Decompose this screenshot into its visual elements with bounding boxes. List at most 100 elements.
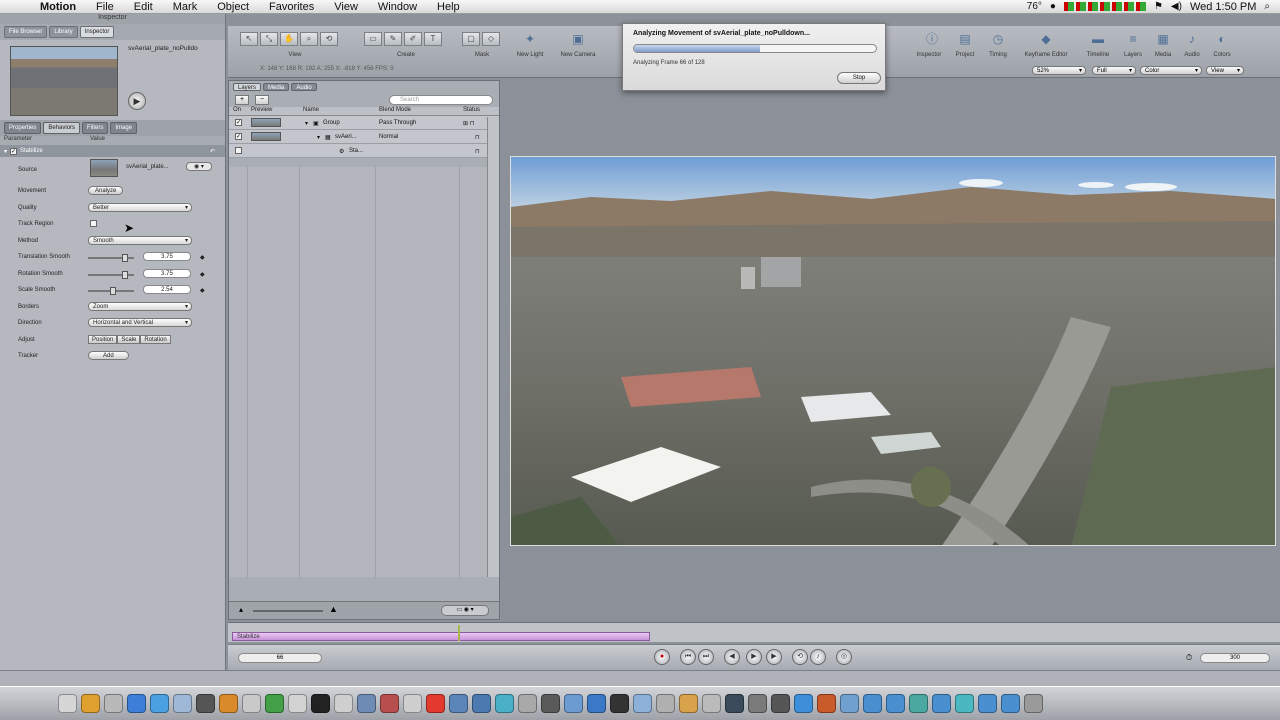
menu-window[interactable]: Window	[368, 1, 427, 13]
dock-app-icon[interactable]	[288, 694, 307, 713]
dock-app-icon[interactable]	[748, 694, 767, 713]
dock-mail-icon[interactable]	[173, 694, 192, 713]
project-toggle-label[interactable]: Project	[956, 52, 975, 58]
new-light-label[interactable]: New Light	[517, 52, 544, 58]
dock-folder-icon[interactable]	[978, 694, 997, 713]
end-frame-field[interactable]: 300	[1200, 653, 1270, 663]
media-toggle-label[interactable]: Media	[1155, 52, 1171, 58]
layers-toggle-icon[interactable]: ≡	[1125, 31, 1141, 47]
dock-app-icon[interactable]	[380, 694, 399, 713]
dock-app-icon[interactable]	[518, 694, 537, 713]
keyframe-icon[interactable]: ◆	[200, 287, 205, 294]
translation-smooth-thumb[interactable]	[121, 254, 128, 262]
dock-app-icon[interactable]	[794, 694, 813, 713]
dock-app-icon[interactable]	[679, 694, 698, 713]
resolution-popup[interactable]: Full	[1092, 66, 1136, 75]
keyframe-icon[interactable]: ◆	[200, 271, 205, 278]
sync-icon[interactable]: ●	[1050, 1, 1056, 12]
tracker-add-button[interactable]: Add	[88, 351, 129, 360]
adjust-rotation-button[interactable]: Rotation	[140, 334, 171, 344]
menu-app-motion[interactable]: Motion	[40, 1, 86, 13]
tab-file-browser[interactable]: File Browser	[4, 26, 48, 38]
dock-app-icon[interactable]	[587, 694, 606, 713]
dock-folder-icon[interactable]	[886, 694, 905, 713]
aerial-footage-frame[interactable]	[510, 156, 1276, 546]
media-toggle-icon[interactable]: ▦	[1155, 31, 1171, 47]
large-thumbnail-icon[interactable]: ▲	[329, 604, 338, 614]
mask-bezier-tool-icon[interactable]: ◇	[482, 32, 500, 46]
disclosure-triangle-icon[interactable]: ▾	[305, 120, 308, 127]
menu-help[interactable]: Help	[427, 1, 470, 13]
tab-image[interactable]: Image	[110, 122, 138, 134]
current-frame-field[interactable]: 66	[238, 653, 322, 663]
dock-app-icon[interactable]	[725, 694, 744, 713]
go-to-end-button[interactable]: ⏭	[698, 649, 714, 665]
dock-app-icon[interactable]	[265, 694, 284, 713]
behavior-group-stabilize[interactable]: ▾ ✓ Stabilize ↶	[0, 145, 225, 157]
pan-tool-icon[interactable]: ✋	[280, 32, 298, 46]
mini-timeline[interactable]: Stabilize	[228, 622, 1280, 642]
behavior-timeline-bar[interactable]: Stabilize	[232, 632, 650, 641]
channels-popup[interactable]: Color	[1140, 66, 1202, 75]
paint-tool-icon[interactable]: ✐	[404, 32, 422, 46]
adjust-position-button[interactable]: Position	[88, 334, 118, 344]
adjust-scale-button[interactable]: Scale	[117, 334, 141, 344]
zoom-popup[interactable]: 52%	[1032, 66, 1086, 75]
remove-layer-button[interactable]: −	[255, 95, 269, 105]
method-popup[interactable]: Smooth	[88, 235, 192, 245]
dock-folder-icon[interactable]	[863, 694, 882, 713]
dock-app-icon[interactable]	[702, 694, 721, 713]
keyframe-editor-icon[interactable]: ◆	[1038, 31, 1054, 47]
dock-terminal-icon[interactable]	[311, 694, 330, 713]
tab-properties[interactable]: Properties	[4, 122, 42, 134]
borders-popup[interactable]: Zoom	[88, 301, 192, 311]
translation-smooth-slider[interactable]	[88, 254, 134, 262]
dock-app-icon[interactable]	[495, 694, 514, 713]
dock-app-icon[interactable]	[403, 694, 422, 713]
dock-app-icon[interactable]	[357, 694, 376, 713]
new-camera-icon[interactable]: ▣	[570, 31, 586, 47]
direction-popup[interactable]: Horizontal and Vertical	[88, 318, 192, 327]
transform-tool-icon[interactable]: ⤡	[260, 32, 278, 46]
keyframe-icon[interactable]: ◆	[200, 254, 205, 261]
volume-icon[interactable]: ◀)	[1171, 1, 1182, 12]
audio-toggle-icon[interactable]: ♪	[1184, 31, 1200, 47]
lock-icon[interactable]: ⊓	[475, 134, 480, 141]
orbit-tool-icon[interactable]: ⟲	[320, 32, 338, 46]
record-button[interactable]: ●	[654, 649, 670, 665]
add-layer-button[interactable]: +	[235, 95, 249, 105]
dock-app-icon[interactable]	[656, 694, 675, 713]
audio-toggle-label[interactable]: Audio	[1184, 52, 1199, 58]
dock-app-icon[interactable]	[219, 694, 238, 713]
disclosure-triangle-icon[interactable]: ▾	[4, 148, 7, 155]
menu-mark[interactable]: Mark	[163, 1, 207, 13]
layer-enable-checkbox[interactable]: ✓	[235, 119, 242, 126]
audio-button[interactable]: ♪	[810, 649, 826, 665]
dock-folder-icon[interactable]	[955, 694, 974, 713]
layer-row-clip[interactable]: ✓ ▾ ▦ svAeri... Normal ⊓	[229, 130, 499, 144]
dock-app-icon[interactable]	[771, 694, 790, 713]
reset-icon[interactable]: ↶	[210, 148, 225, 155]
layer-enable-checkbox[interactable]: ✓	[235, 133, 242, 140]
dock-folder-icon[interactable]	[1001, 694, 1020, 713]
layer-name[interactable]: Group	[323, 120, 340, 126]
mask-rect-tool-icon[interactable]: ▢	[462, 32, 480, 46]
inspector-toggle-label[interactable]: Inspector	[917, 52, 942, 58]
playhead[interactable]	[458, 625, 460, 641]
dock-motion-icon[interactable]	[81, 694, 100, 713]
menu-edit[interactable]: Edit	[124, 1, 163, 13]
tab-audio[interactable]: Audio	[291, 83, 317, 91]
scale-smooth-slider[interactable]	[88, 287, 134, 295]
timing-button[interactable]: ◎	[836, 649, 852, 665]
dock-app-icon[interactable]	[242, 694, 261, 713]
scale-smooth-value[interactable]: 2.54	[143, 285, 191, 294]
preview-play-button[interactable]: ▶	[128, 92, 146, 110]
behavior-enable-checkbox[interactable]: ✓	[10, 147, 18, 155]
track-region-checkbox[interactable]	[90, 220, 97, 227]
dock-app-icon[interactable]	[610, 694, 629, 713]
tab-filters[interactable]: Filters	[82, 122, 109, 134]
timeline-toggle-label[interactable]: Timeline	[1087, 52, 1109, 58]
layer-name[interactable]: Sta...	[349, 148, 363, 154]
project-toggle-icon[interactable]: ▤	[957, 31, 973, 47]
text-tool-icon[interactable]: T	[424, 32, 442, 46]
